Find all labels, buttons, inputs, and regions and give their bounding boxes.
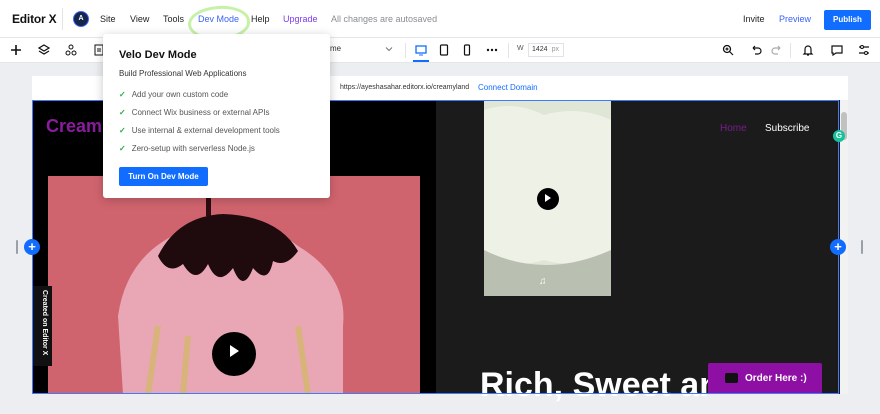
connect-domain-link[interactable]: Connect Domain xyxy=(478,83,538,92)
bottom-bar xyxy=(0,404,880,414)
menu-site[interactable]: Site xyxy=(100,14,116,24)
desktop-icon[interactable] xyxy=(414,43,428,57)
right-resize-handle[interactable] xyxy=(861,240,863,254)
more-icon[interactable] xyxy=(485,43,499,57)
play-icon[interactable] xyxy=(212,332,256,376)
nav-subscribe[interactable]: Subscribe xyxy=(765,123,809,134)
order-here-button[interactable]: Order Here :) xyxy=(708,363,822,394)
feature-label: Zero-setup with serverless Node.js xyxy=(131,144,255,153)
chat-icon xyxy=(725,373,738,383)
autosave-status: All changes are autosaved xyxy=(331,14,438,24)
width-value: 1424 xyxy=(532,46,548,53)
popup-subtitle: Build Professional Web Applications xyxy=(119,69,247,78)
turn-on-dev-mode-button[interactable]: Turn On Dev Mode xyxy=(119,167,208,186)
menu-help[interactable]: Help xyxy=(251,14,270,24)
feature-label: Use internal & external development tool… xyxy=(131,126,280,135)
divider xyxy=(405,43,406,58)
site-url: https://ayeshasahar.editorx.io/creamylan… xyxy=(340,84,470,91)
feature-label: Connect Wix business or external APIs xyxy=(131,108,270,117)
site-avatar[interactable]: A xyxy=(73,11,89,27)
add-section-left-button[interactable]: + xyxy=(24,239,40,255)
music-note-icon: ♫ xyxy=(539,276,547,287)
invite-button[interactable]: Invite xyxy=(743,14,765,24)
divider xyxy=(790,43,791,58)
top-menu-bar: Editor X A Site View Tools Dev Mode Help… xyxy=(0,0,880,43)
components-icon[interactable] xyxy=(64,43,78,57)
undo-icon[interactable] xyxy=(749,43,763,57)
play-icon[interactable] xyxy=(537,188,559,210)
divider xyxy=(62,8,63,30)
editor-logo[interactable]: Editor X xyxy=(12,12,57,26)
page-selector[interactable]: me xyxy=(330,44,341,53)
width-input[interactable]: 1424 px xyxy=(528,43,564,57)
check-icon: ✓ xyxy=(119,108,126,117)
check-icon: ✓ xyxy=(119,126,126,135)
add-section-right-button[interactable]: + xyxy=(830,239,846,255)
tablet-icon[interactable] xyxy=(437,43,451,57)
layers-icon[interactable] xyxy=(37,43,51,57)
whipped-cream-video[interactable]: ♫ xyxy=(484,100,611,296)
dev-mode-popup: Velo Dev Mode Build Professional Web App… xyxy=(103,34,330,198)
ice-cream-video[interactable] xyxy=(48,176,420,395)
menu-tools[interactable]: Tools xyxy=(163,14,184,24)
comments-icon[interactable] xyxy=(830,43,844,57)
publish-button[interactable]: Publish xyxy=(824,10,871,30)
check-icon: ✓ xyxy=(119,90,126,99)
add-icon[interactable] xyxy=(9,43,23,57)
feature-item: ✓ Connect Wix business or external APIs xyxy=(119,108,270,117)
check-icon: ✓ xyxy=(119,144,126,153)
feature-item: ✓ Use internal & external development too… xyxy=(119,126,280,135)
redo-icon[interactable] xyxy=(770,43,784,57)
feature-item: ✓ Zero-setup with serverless Node.js xyxy=(119,144,255,153)
zoom-icon[interactable] xyxy=(721,43,735,57)
grammarly-badge[interactable]: G xyxy=(833,130,845,142)
left-resize-handle[interactable] xyxy=(16,240,18,254)
active-breakpoint-indicator xyxy=(413,60,429,62)
chevron-down-icon[interactable] xyxy=(385,45,393,53)
order-button-label: Order Here :) xyxy=(745,373,807,384)
hero-headline[interactable]: Rich, Sweet and xyxy=(480,366,710,405)
site-brand-title[interactable]: Cream xyxy=(46,116,102,137)
width-label: W xyxy=(517,45,524,52)
feature-item: ✓ Add your own custom code xyxy=(119,90,228,99)
created-on-label: Created on Editor X xyxy=(41,290,48,356)
popup-title: Velo Dev Mode xyxy=(119,49,197,61)
divider xyxy=(508,43,509,58)
settings-sliders-icon[interactable] xyxy=(857,43,871,57)
created-on-editorx-badge[interactable]: Created on Editor X xyxy=(32,286,52,366)
menu-view[interactable]: View xyxy=(130,14,149,24)
nav-home[interactable]: Home xyxy=(720,123,747,134)
feature-label: Add your own custom code xyxy=(131,90,229,99)
menu-upgrade[interactable]: Upgrade xyxy=(283,14,318,24)
width-unit: px xyxy=(551,46,559,53)
preview-button[interactable]: Preview xyxy=(779,14,811,24)
mobile-icon[interactable] xyxy=(460,43,474,57)
notifications-icon[interactable] xyxy=(801,43,815,57)
